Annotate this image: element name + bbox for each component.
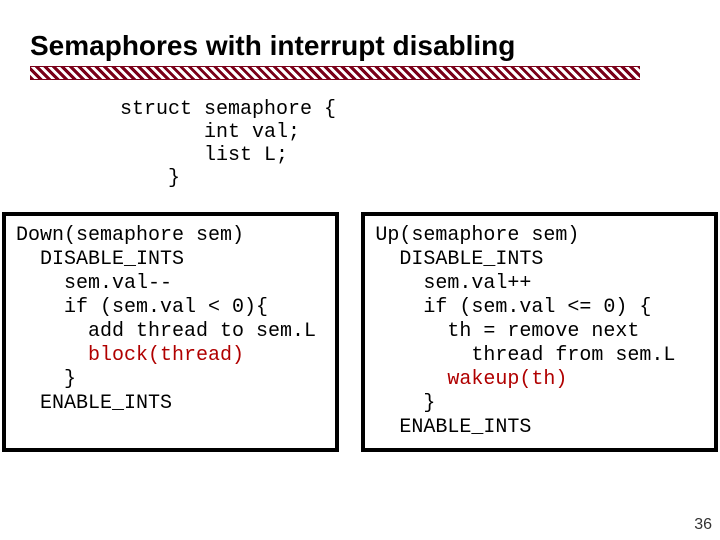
down-line: add thread to sem.L — [16, 320, 316, 343]
code-columns: Down(semaphore sem) DISABLE_INTS sem.val… — [2, 212, 718, 452]
down-line: if (sem.val < 0){ — [16, 296, 268, 319]
down-line: } — [16, 368, 76, 391]
slide-title: Semaphores with interrupt disabling — [30, 30, 690, 62]
down-codebox: Down(semaphore sem) DISABLE_INTS sem.val… — [2, 212, 339, 452]
down-line: ENABLE_INTS — [16, 392, 172, 415]
up-line: th = remove next — [375, 320, 639, 343]
down-line: sem.val-- — [16, 272, 172, 295]
page-number: 36 — [694, 516, 712, 534]
up-line: thread from sem.L — [375, 344, 675, 367]
up-line: Up(semaphore sem) — [375, 224, 579, 247]
up-line: if (sem.val <= 0) { — [375, 296, 651, 319]
up-line: } — [375, 392, 435, 415]
struct-code: struct semaphore { int val; list L; } — [120, 98, 690, 190]
up-line: ENABLE_INTS — [375, 416, 531, 439]
up-line: sem.val++ — [375, 272, 531, 295]
up-line-highlight: wakeup(th) — [375, 368, 567, 391]
down-line: Down(semaphore sem) — [16, 224, 244, 247]
title-underline — [30, 66, 640, 80]
down-line: DISABLE_INTS — [16, 248, 184, 271]
up-codebox: Up(semaphore sem) DISABLE_INTS sem.val++… — [361, 212, 718, 452]
up-line: DISABLE_INTS — [375, 248, 543, 271]
down-line-highlight: block(thread) — [16, 344, 244, 367]
slide: Semaphores with interrupt disabling stru… — [0, 0, 720, 540]
